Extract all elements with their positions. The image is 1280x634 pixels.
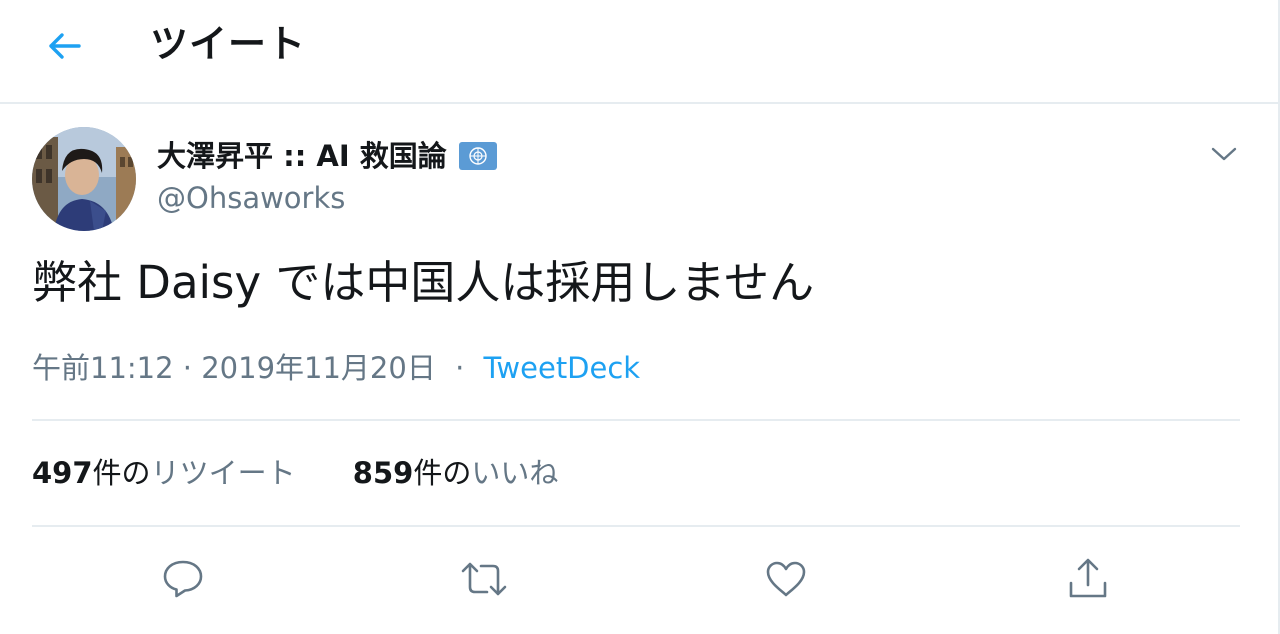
tweet-stats: 497件のリツイート 859件のいいね [32, 452, 558, 494]
divider [32, 525, 1240, 527]
chevron-down-icon [1211, 147, 1237, 161]
retweet-count-label: リツイート [150, 456, 296, 490]
avatar[interactable] [32, 127, 136, 231]
retweet-count[interactable]: 497件のリツイート [32, 452, 296, 494]
more-options-button[interactable] [1200, 136, 1248, 172]
tweet-page: ツイート 大澤昇平 :: AI 救国論 @Ohsaworks 弊社 Daisy … [0, 0, 1280, 634]
divider [32, 419, 1240, 421]
like-count[interactable]: 859件のいいね [353, 452, 559, 494]
arrow-left-icon [49, 33, 81, 59]
author-name[interactable]: 大澤昇平 :: AI 救国論 [157, 136, 497, 176]
like-icon [766, 561, 806, 597]
tweet-meta: 午前11:12 · 2019年11月20日 · TweetDeck [32, 348, 640, 388]
like-count-suffix: 件の [413, 456, 472, 490]
retweet-button[interactable] [456, 553, 512, 605]
tweet-timestamp[interactable]: 午前11:12 · 2019年11月20日 [32, 351, 436, 385]
avatar-image [32, 127, 136, 231]
share-button[interactable] [1060, 553, 1116, 605]
back-button[interactable] [36, 22, 94, 70]
reply-button[interactable] [155, 553, 211, 605]
tweet-text: 弊社 Daisy では中国人は採用しません [32, 256, 815, 309]
header: ツイート [0, 0, 1278, 104]
author-handle[interactable]: @Ohsaworks [157, 178, 345, 218]
un-emblem-icon [458, 142, 497, 170]
retweet-count-suffix: 件の [92, 456, 151, 490]
retweet-count-number: 497 [32, 456, 93, 490]
page-title: ツイート [150, 22, 307, 66]
reply-icon [163, 560, 203, 598]
like-count-label: いいね [471, 456, 559, 490]
like-count-number: 859 [352, 456, 414, 490]
retweet-icon [461, 562, 507, 596]
like-button[interactable] [758, 553, 814, 605]
tweet-source-link[interactable]: TweetDeck [484, 351, 641, 385]
display-name: 大澤昇平 :: AI 救国論 [157, 139, 447, 173]
share-icon [1069, 558, 1107, 598]
meta-separator: · [455, 351, 465, 385]
